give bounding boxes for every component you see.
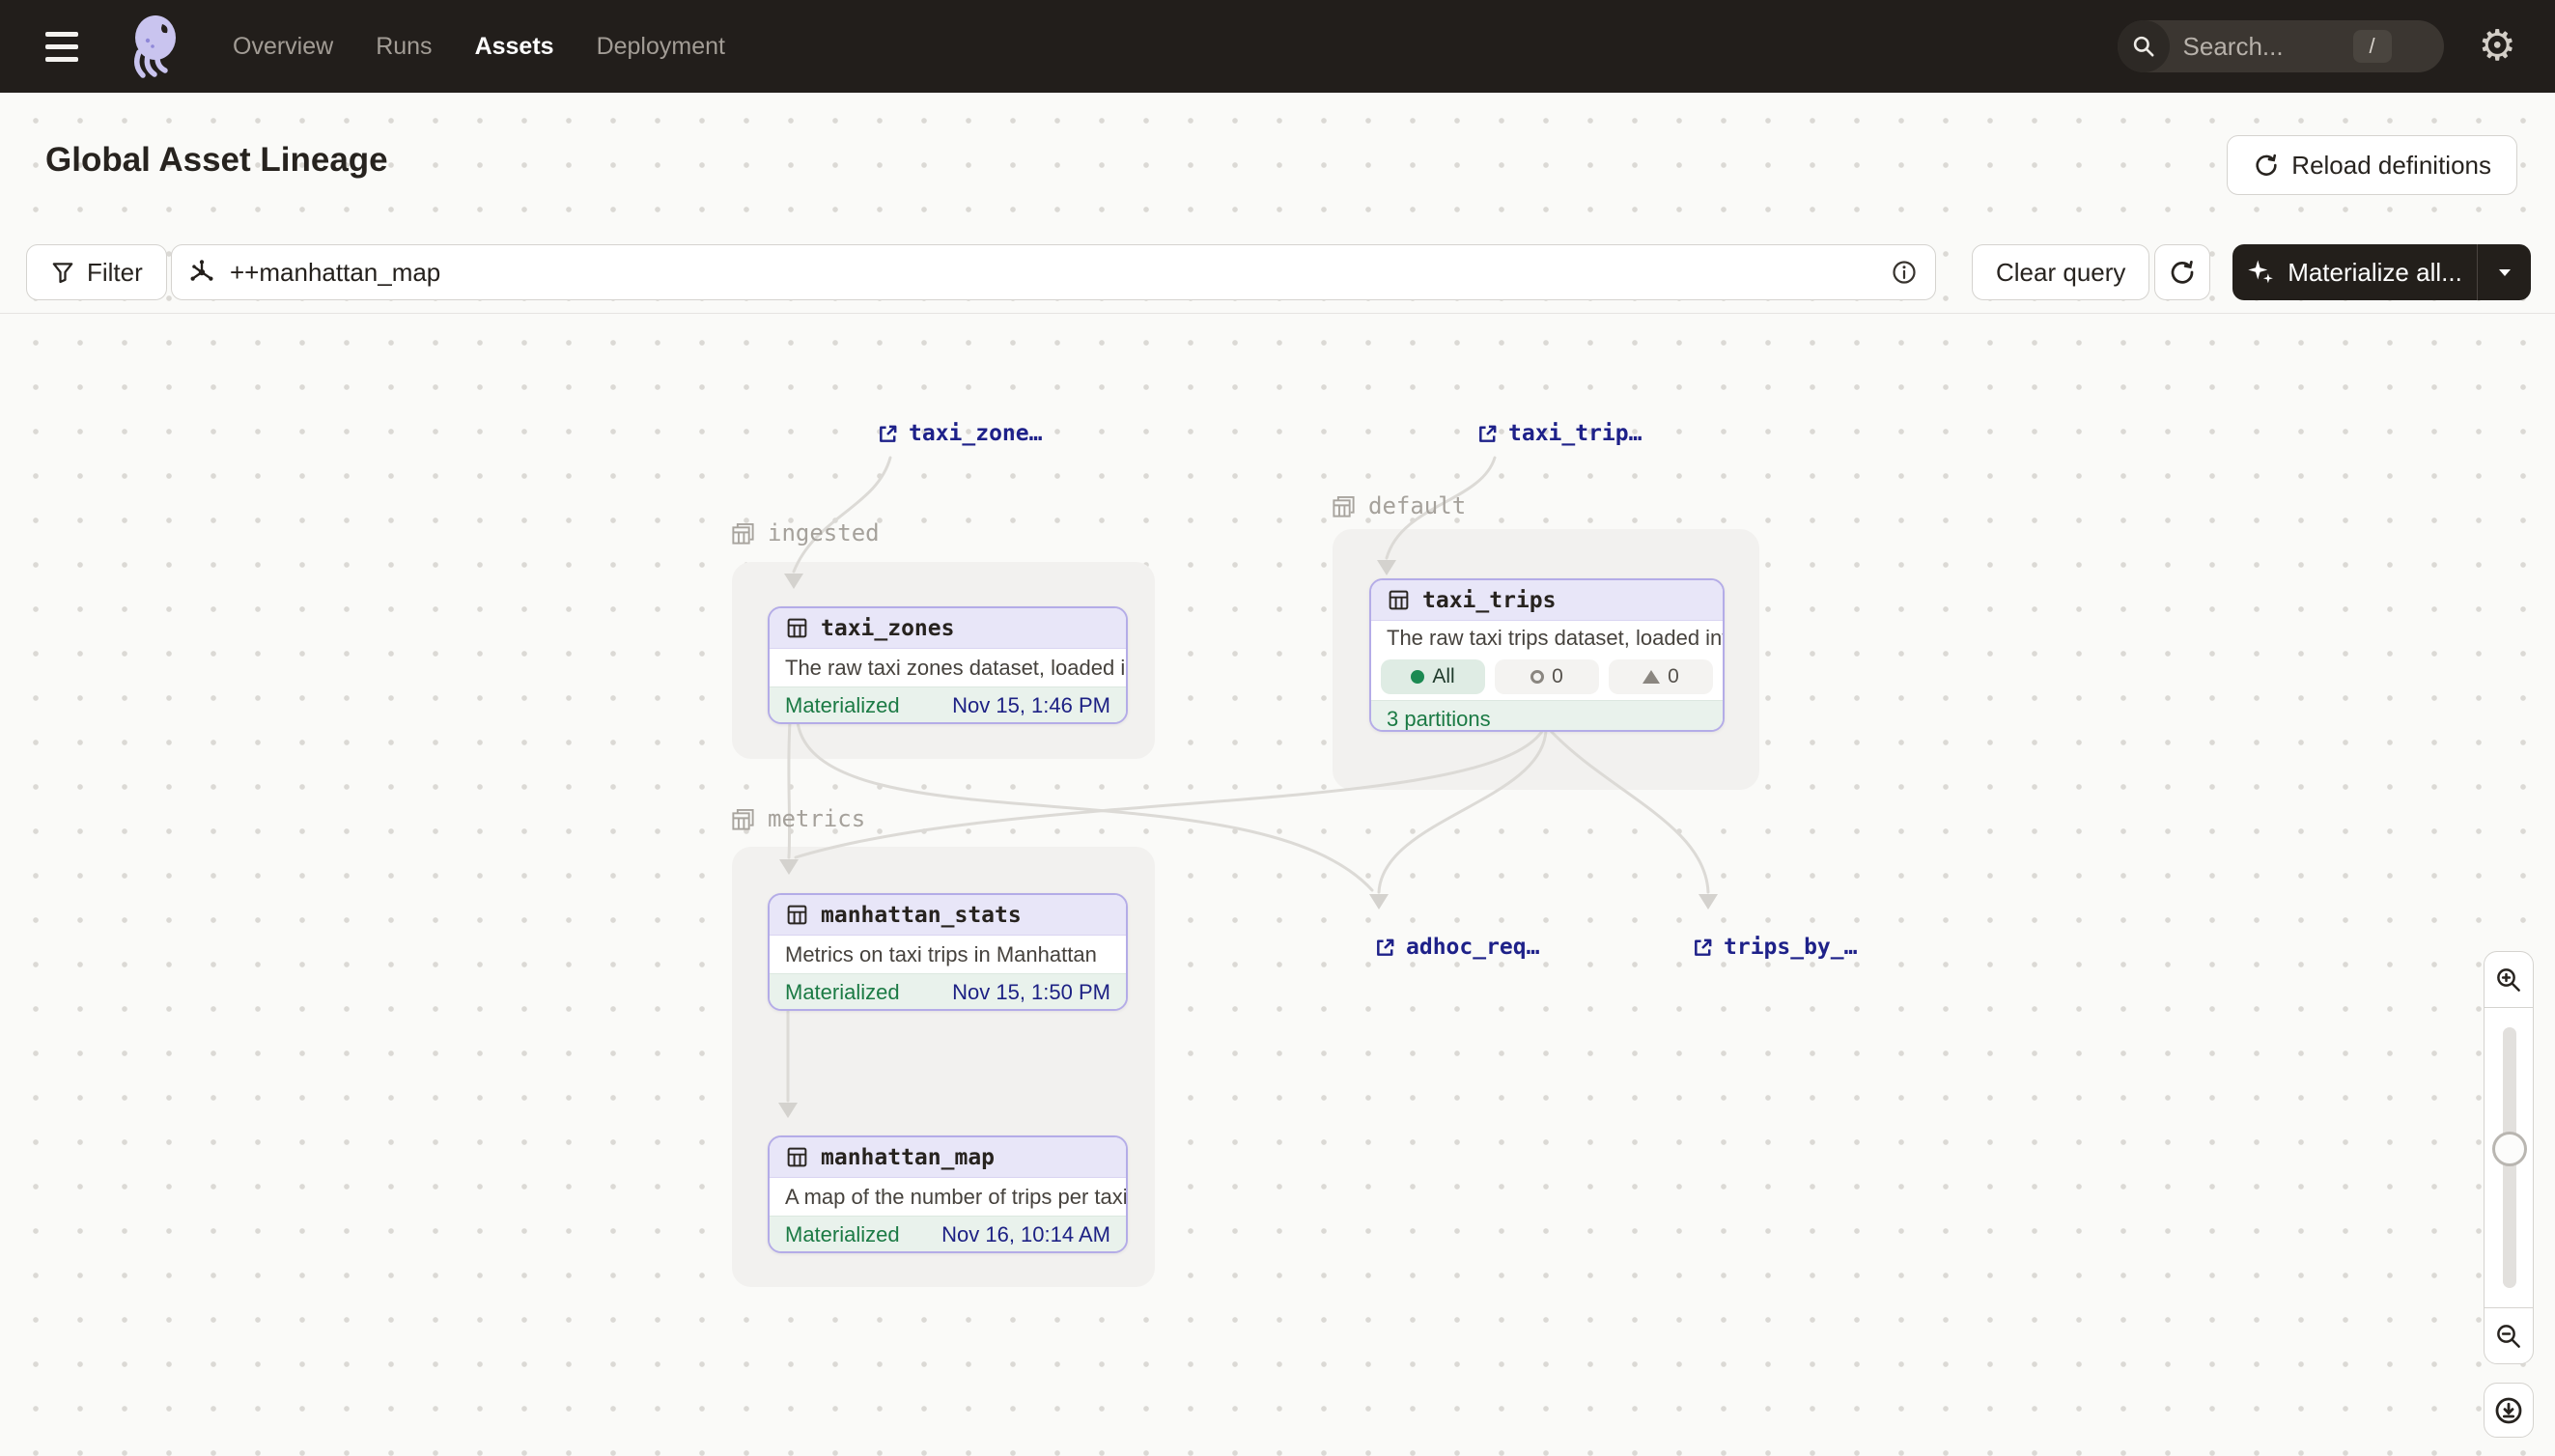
zoom-control-panel: [2484, 951, 2534, 1364]
dagster-logo-icon[interactable]: [123, 12, 186, 81]
group-label-default[interactable]: default: [1331, 492, 1466, 519]
nav-item-overview[interactable]: Overview: [233, 33, 333, 61]
asset-node-header: taxi_trips: [1371, 580, 1723, 621]
materialize-all-main[interactable]: Materialize all...: [2232, 258, 2477, 288]
materialization-timestamp: Nov 15, 1:46 PM: [952, 693, 1110, 718]
asset-description: The raw taxi trips dataset, loaded into …: [1371, 621, 1723, 656]
funnel-icon: [50, 260, 75, 285]
fit-view-icon: [2493, 1395, 2524, 1426]
asset-title: manhattan_stats: [821, 903, 1022, 928]
nav-item-deployment[interactable]: Deployment: [597, 33, 725, 61]
zoom-to-fit-button[interactable]: [2484, 1383, 2534, 1438]
nav-right-section: / ⚙: [2118, 20, 2516, 72]
status-badge: Materialized: [785, 980, 900, 1005]
asset-node-manhattan-stats[interactable]: manhattan_stats Metrics on taxi trips in…: [768, 893, 1128, 1011]
search-icon: [2118, 20, 2170, 72]
zoom-slider[interactable]: [2485, 1007, 2533, 1308]
search-input[interactable]: [2183, 32, 2347, 62]
filter-button[interactable]: Filter: [26, 244, 167, 300]
asset-partitions-footer: 3 partitions: [1371, 700, 1723, 732]
dagster-app: Overview Runs Assets Deployment / ⚙ Glob…: [0, 0, 2555, 1456]
external-link-icon: [1692, 937, 1714, 959]
group-tables-icon: [730, 520, 756, 546]
asset-node-header: taxi_zones: [770, 608, 1126, 649]
asset-selection-input-box[interactable]: [171, 244, 1936, 300]
asset-status-footer: Materialized Nov 16, 10:14 AM: [770, 1216, 1126, 1253]
table-icon: [785, 616, 809, 640]
asset-selection-input[interactable]: [230, 258, 1891, 288]
asset-description: A map of the number of trips per taxi z.…: [770, 1178, 1126, 1216]
info-icon[interactable]: [1891, 259, 1918, 286]
materialization-timestamp: Nov 16, 10:14 AM: [941, 1222, 1110, 1247]
refresh-icon: [2253, 152, 2280, 179]
table-icon: [1387, 588, 1411, 612]
group-label-metrics[interactable]: metrics: [730, 805, 865, 832]
chevron-down-icon: [2495, 263, 2514, 282]
external-link-icon: [1476, 423, 1499, 445]
table-icon: [785, 1145, 809, 1169]
asset-title: taxi_zones: [821, 616, 954, 641]
zoom-out-button[interactable]: [2485, 1308, 2533, 1363]
partitions-missing-pill[interactable]: 0: [1609, 659, 1713, 694]
zoom-slider-thumb[interactable]: [2492, 1132, 2527, 1166]
primary-nav: Overview Runs Assets Deployment: [233, 33, 725, 61]
table-icon: [785, 903, 809, 927]
group-label-ingested[interactable]: ingested: [730, 519, 880, 546]
asset-node-taxi-zones[interactable]: taxi_zones The raw taxi zones dataset, l…: [768, 606, 1128, 724]
asset-description: Metrics on taxi trips in Manhattan: [770, 936, 1126, 973]
asset-title: taxi_trips: [1422, 588, 1556, 613]
materialize-dropdown-caret[interactable]: [2477, 244, 2531, 300]
materialization-timestamp: Nov 15, 1:50 PM: [952, 980, 1110, 1005]
search-box[interactable]: /: [2118, 20, 2444, 72]
clear-query-button[interactable]: Clear query: [1972, 244, 2149, 300]
asset-node-header: manhattan_stats: [770, 895, 1126, 936]
nav-item-assets[interactable]: Assets: [475, 33, 554, 61]
zoom-in-button[interactable]: [2485, 952, 2533, 1007]
reload-definitions-button[interactable]: Reload definitions: [2227, 135, 2517, 195]
asset-status-footer: Materialized Nov 15, 1:46 PM: [770, 686, 1126, 724]
asset-node-taxi-trips[interactable]: taxi_trips The raw taxi trips dataset, l…: [1369, 578, 1725, 732]
status-badge: Materialized: [785, 693, 900, 718]
toolbar-divider: [0, 313, 2555, 314]
asset-description: The raw taxi zones dataset, loaded int..…: [770, 649, 1126, 686]
status-badge: Materialized: [785, 1222, 900, 1247]
external-asset-link-taxi-trip[interactable]: taxi_trip…: [1476, 421, 1642, 446]
external-asset-link-taxi-zone[interactable]: taxi_zone…: [877, 421, 1042, 446]
external-link-icon: [877, 423, 899, 445]
external-link-icon: [1374, 937, 1396, 959]
asset-node-header: manhattan_map: [770, 1137, 1126, 1178]
top-nav-bar: Overview Runs Assets Deployment / ⚙: [0, 0, 2555, 93]
zoom-in-icon: [2494, 966, 2523, 994]
refresh-icon: [2168, 258, 2197, 287]
external-asset-link-adhoc-req[interactable]: adhoc_req…: [1374, 935, 1539, 960]
sparkle-icon: [2247, 258, 2276, 287]
asset-status-footer: Materialized Nov 15, 1:50 PM: [770, 973, 1126, 1011]
triangle-icon: [1642, 670, 1660, 684]
page-title: Global Asset Lineage: [45, 141, 388, 180]
materialize-all-button[interactable]: Materialize all...: [2232, 244, 2531, 300]
nav-item-runs[interactable]: Runs: [376, 33, 432, 61]
ring-icon: [1530, 670, 1544, 684]
graph-query-icon: [187, 258, 216, 287]
partitions-count: 3 partitions: [1387, 707, 1491, 732]
partitions-failed-pill[interactable]: 0: [1495, 659, 1599, 694]
partitions-all-pill[interactable]: All: [1381, 659, 1485, 694]
group-tables-icon: [730, 806, 756, 832]
asset-node-manhattan-map[interactable]: manhattan_map A map of the number of tri…: [768, 1135, 1128, 1253]
search-shortcut-badge: /: [2353, 30, 2392, 63]
gear-icon[interactable]: ⚙: [2479, 25, 2516, 68]
external-asset-link-trips-by[interactable]: trips_by_…: [1692, 935, 1857, 960]
asset-title: manhattan_map: [821, 1145, 995, 1170]
group-tables-icon: [1331, 493, 1357, 519]
zoom-out-icon: [2494, 1322, 2523, 1351]
menu-icon[interactable]: [45, 21, 96, 71]
success-dot-icon: [1411, 670, 1424, 684]
refresh-graph-button[interactable]: [2154, 244, 2210, 300]
partition-status-row: All 0 0: [1371, 656, 1723, 700]
